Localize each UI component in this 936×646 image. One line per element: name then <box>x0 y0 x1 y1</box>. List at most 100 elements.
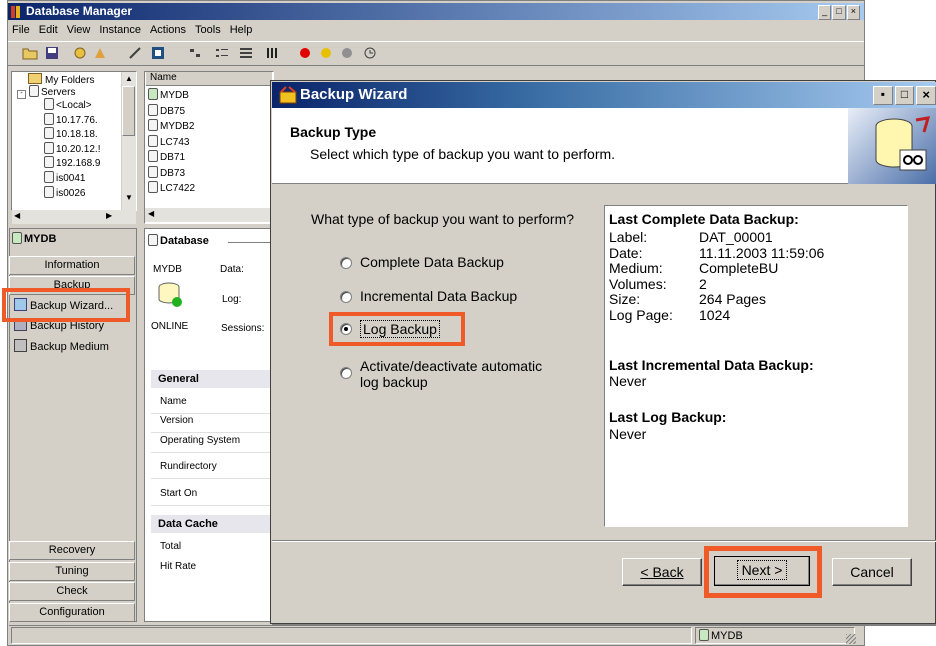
tree-node-server[interactable]: 192.168.9 <box>44 156 101 169</box>
small-icons-view-icon[interactable] <box>186 43 206 63</box>
menu-tools[interactable]: Tools <box>195 24 221 40</box>
wizard-window-controls[interactable]: ▪ □ × <box>873 86 936 105</box>
option-auto-log-line1[interactable]: Activate/deactivate automatic <box>360 358 542 374</box>
main-titlebar <box>8 3 864 20</box>
close-button[interactable]: × <box>846 5 860 20</box>
list-item[interactable]: LC743 <box>148 134 189 148</box>
add-instance-icon[interactable] <box>90 43 110 63</box>
list-item[interactable]: DB71 <box>148 150 185 163</box>
folder-icon <box>28 73 42 84</box>
menu-file[interactable]: File <box>12 24 30 40</box>
server-icon <box>44 185 54 198</box>
radio-auto-log-backup[interactable] <box>340 367 352 379</box>
menu-actions[interactable]: Actions <box>150 24 186 40</box>
server-icon <box>44 171 54 183</box>
wizard-title: Backup Wizard <box>300 86 408 103</box>
info-value: CompleteBU <box>699 260 779 276</box>
db-item-icon <box>148 88 158 100</box>
resize-grip-icon[interactable] <box>846 634 856 644</box>
db-item-icon <box>148 119 158 131</box>
online-grey-icon[interactable] <box>337 43 357 63</box>
expand-minus-icon[interactable]: - <box>17 90 26 99</box>
option-auto-log-line2[interactable]: log backup <box>360 374 428 390</box>
general-row: Start On <box>151 488 271 506</box>
maximize-button[interactable]: □ <box>832 5 846 20</box>
tree-node-server[interactable]: 10.17.76. <box>44 112 98 126</box>
tree-node-server[interactable]: is0041 <box>44 171 85 184</box>
tree-scroll-left-icon[interactable]: ◀ <box>14 211 20 220</box>
nav-configuration[interactable]: Configuration <box>9 603 135 622</box>
tree-hscrollbar[interactable] <box>12 210 136 224</box>
server-icon <box>44 98 54 110</box>
cancel-button[interactable]: Cancel <box>832 558 912 586</box>
info-key: Label: <box>609 229 648 245</box>
database-backup-icon <box>868 114 934 180</box>
back-button[interactable]: < Back <box>622 558 702 586</box>
tree-scroll-thumb[interactable] <box>122 86 135 136</box>
minimize-button[interactable]: _ <box>818 5 832 20</box>
tree-scroll-up-icon[interactable]: ▲ <box>125 74 133 83</box>
tree-servers[interactable]: - Servers <box>17 85 75 99</box>
list-header-name[interactable]: Name <box>146 72 272 86</box>
wizard-maximize-button[interactable]: □ <box>894 86 915 105</box>
radio-complete-backup[interactable] <box>340 257 352 269</box>
wizard-heading: Backup Type <box>290 124 377 140</box>
wizard-close-button[interactable]: × <box>916 86 936 105</box>
tree-node-server[interactable]: 10.20.12.! <box>44 141 100 155</box>
info-value: 1024 <box>699 306 731 323</box>
menu-help[interactable]: Help <box>230 24 253 40</box>
list-item[interactable]: LC7422 <box>148 181 195 194</box>
list-scroll-left-icon[interactable]: ◀ <box>148 209 154 218</box>
wizard-title-icon <box>278 85 298 105</box>
admin-yellow-icon[interactable] <box>316 43 336 63</box>
action-backup-medium[interactable]: Backup Medium <box>14 339 109 353</box>
db-item-icon <box>148 103 158 116</box>
list-item[interactable]: MYDB <box>148 88 189 101</box>
connect-icon[interactable] <box>125 43 145 63</box>
tree-scroll-right-icon[interactable]: ▶ <box>106 211 112 220</box>
tree-node-server[interactable]: 10.18.18. <box>44 127 98 140</box>
info-key: Date: <box>609 244 643 261</box>
list-item[interactable]: DB73 <box>148 165 185 179</box>
save-icon[interactable] <box>42 43 62 63</box>
menu-edit[interactable]: Edit <box>39 24 58 40</box>
info-key: Medium: <box>609 260 663 276</box>
general-row: Operating System <box>151 435 271 453</box>
list-item[interactable]: DB75 <box>148 103 185 117</box>
nav-check[interactable]: Check <box>9 582 135 601</box>
option-incremental-backup[interactable]: Incremental Data Backup <box>360 288 517 304</box>
option-complete-backup[interactable]: Complete Data Backup <box>360 254 504 270</box>
main-window-controls[interactable]: _ □ × <box>818 5 860 20</box>
data-cache-header: Data Cache <box>151 515 271 533</box>
radio-incremental-backup[interactable] <box>340 291 352 303</box>
tree-node-server[interactable]: is0026 <box>44 185 85 199</box>
open-folder-icon[interactable] <box>20 43 40 63</box>
wizard-minimize-button[interactable]: ▪ <box>873 86 893 105</box>
nav-tuning[interactable]: Tuning <box>9 562 135 581</box>
nav-recovery[interactable]: Recovery <box>9 541 135 560</box>
details-view-icon[interactable] <box>236 43 256 63</box>
server-icon <box>44 112 54 125</box>
tree-scroll-down-icon[interactable]: ▼ <box>125 193 133 202</box>
stop-red-icon[interactable] <box>295 43 315 63</box>
medium-icon <box>14 339 27 352</box>
data-label: Data: <box>220 264 244 275</box>
instance-icon[interactable] <box>70 43 90 63</box>
list-item[interactable]: MYDB2 <box>148 119 194 132</box>
list-hscrollbar[interactable] <box>145 208 273 222</box>
mydb-panel-header: MYDB <box>12 232 56 245</box>
info-value: 2 <box>699 275 707 292</box>
info-value: 11.11.2003 11:59:06 <box>699 244 825 261</box>
general-row: Rundirectory <box>151 461 271 479</box>
wizard-divider <box>272 540 936 542</box>
menu-view[interactable]: View <box>67 24 91 40</box>
tree-node-server[interactable]: <Local> <box>44 98 92 111</box>
list-view-icon[interactable] <box>212 43 232 63</box>
menu-instance[interactable]: Instance <box>99 24 141 40</box>
status-cell-main <box>11 627 692 644</box>
refresh-icon[interactable] <box>148 43 168 63</box>
nav-information[interactable]: Information <box>9 256 135 275</box>
status-db-icon <box>699 629 709 641</box>
clock-icon[interactable] <box>360 43 380 63</box>
grid-view-icon[interactable] <box>262 43 282 63</box>
